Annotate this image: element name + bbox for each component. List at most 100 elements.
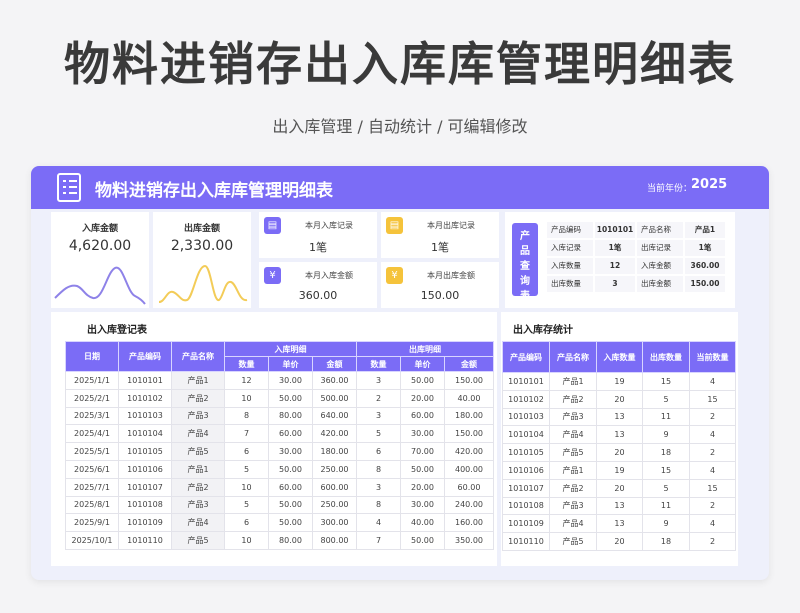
register-cell[interactable]: 80.00: [268, 531, 313, 550]
inventory-cell[interactable]: 产品3: [549, 407, 597, 427]
inventory-cell[interactable]: 19: [596, 460, 643, 480]
register-cell[interactable]: 1010110: [118, 531, 172, 550]
register-cell[interactable]: 产品3: [171, 406, 225, 426]
register-cell[interactable]: 1010107: [118, 477, 172, 497]
inventory-row[interactable]: 1010106 产品1 19 15 4: [502, 460, 736, 480]
register-cell[interactable]: 350.00: [444, 531, 494, 550]
register-cell[interactable]: 60.00: [268, 477, 313, 497]
register-row[interactable]: 2025/4/1 1010104 产品4 7 60.00 420.00 5 30.00 150.…: [65, 424, 494, 444]
inventory-cell[interactable]: 13: [596, 407, 643, 427]
col-out-amount[interactable]: 金额: [444, 356, 494, 372]
register-cell[interactable]: 240.00: [444, 495, 494, 515]
register-cell[interactable]: 80.00: [268, 406, 313, 426]
inventory-col-header[interactable]: 产品编码: [502, 341, 550, 373]
register-cell[interactable]: 360.00: [312, 371, 357, 390]
register-cell[interactable]: 产品2: [171, 388, 225, 408]
inventory-cell[interactable]: 1010103: [502, 407, 550, 427]
inventory-row[interactable]: 1010109 产品4 13 9 4: [502, 514, 736, 534]
register-cell[interactable]: 180.00: [312, 442, 357, 461]
register-cell[interactable]: 50.00: [400, 459, 445, 479]
register-cell[interactable]: 1010109: [118, 513, 172, 533]
register-cell[interactable]: 1010101: [118, 371, 172, 390]
register-cell[interactable]: 1010102: [118, 388, 172, 408]
inventory-cell[interactable]: 1010107: [502, 478, 550, 498]
register-cell[interactable]: 20.00: [400, 388, 445, 408]
register-cell[interactable]: 8: [356, 495, 401, 515]
register-row[interactable]: 2025/3/1 1010103 产品3 8 80.00 640.00 3 60.00 180.…: [65, 406, 494, 426]
inventory-cell[interactable]: 1010105: [502, 443, 550, 462]
register-cell[interactable]: 150.00: [444, 424, 494, 444]
register-cell[interactable]: 50.00: [400, 531, 445, 550]
register-cell[interactable]: 420.00: [312, 424, 357, 444]
inventory-cell[interactable]: 产品2: [549, 389, 597, 409]
register-cell[interactable]: 800.00: [312, 531, 357, 550]
inventory-cell[interactable]: 5: [642, 389, 690, 409]
inventory-cell[interactable]: 4: [689, 425, 736, 445]
register-cell[interactable]: 40.00: [444, 388, 494, 408]
register-cell[interactable]: 产品2: [171, 477, 225, 497]
register-row[interactable]: 2025/7/1 1010107 产品2 10 60.00 600.00 3 20.00 60.…: [65, 477, 494, 497]
register-cell[interactable]: 300.00: [312, 513, 357, 533]
inventory-cell[interactable]: 18: [642, 532, 690, 551]
inventory-cell[interactable]: 产品1: [549, 460, 597, 480]
inventory-cell[interactable]: 15: [642, 460, 690, 480]
register-cell[interactable]: 6: [224, 513, 269, 533]
register-cell[interactable]: 10: [224, 531, 269, 550]
inventory-cell[interactable]: 产品1: [549, 372, 597, 391]
register-cell[interactable]: 产品5: [171, 531, 225, 550]
register-cell[interactable]: 60.00: [444, 477, 494, 497]
inventory-cell[interactable]: 18: [642, 443, 690, 462]
register-cell[interactable]: 6: [356, 442, 401, 461]
inventory-cell[interactable]: 9: [642, 514, 690, 534]
inventory-cell[interactable]: 2: [689, 496, 736, 516]
register-cell[interactable]: 400.00: [444, 459, 494, 479]
register-cell[interactable]: 2025/6/1: [65, 459, 119, 479]
register-cell[interactable]: 产品4: [171, 424, 225, 444]
inventory-cell[interactable]: 4: [689, 460, 736, 480]
register-cell[interactable]: 640.00: [312, 406, 357, 426]
register-cell[interactable]: 30.00: [268, 371, 313, 390]
register-cell[interactable]: 250.00: [312, 459, 357, 479]
register-cell[interactable]: 2025/7/1: [65, 477, 119, 497]
inventory-cell[interactable]: 2: [689, 532, 736, 551]
inventory-cell[interactable]: 产品5: [549, 532, 597, 551]
register-cell[interactable]: 420.00: [444, 442, 494, 461]
register-cell[interactable]: 30.00: [400, 495, 445, 515]
register-cell[interactable]: 50.00: [268, 459, 313, 479]
register-row[interactable]: 2025/1/1 1010101 产品1 12 30.00 360.00 3 50.00 150…: [65, 371, 494, 390]
inventory-cell[interactable]: 20: [596, 478, 643, 498]
inventory-cell[interactable]: 1010110: [502, 532, 550, 551]
inventory-cell[interactable]: 15: [642, 372, 690, 391]
col-in-amount[interactable]: 金额: [312, 356, 357, 372]
register-cell[interactable]: 20.00: [400, 477, 445, 497]
register-cell[interactable]: 2025/2/1: [65, 388, 119, 408]
register-cell[interactable]: 250.00: [312, 495, 357, 515]
inventory-cell[interactable]: 11: [642, 496, 690, 516]
inventory-cell[interactable]: 13: [596, 514, 643, 534]
inventory-cell[interactable]: 15: [689, 389, 736, 409]
register-cell[interactable]: 7: [224, 424, 269, 444]
register-cell[interactable]: 2025/1/1: [65, 371, 119, 390]
inventory-cell[interactable]: 1010109: [502, 514, 550, 534]
inventory-cell[interactable]: 20: [596, 443, 643, 462]
register-cell[interactable]: 40.00: [400, 513, 445, 533]
register-row[interactable]: 2025/2/1 1010102 产品2 10 50.00 500.00 2 20.00 40.…: [65, 388, 494, 408]
register-row[interactable]: 2025/10/1 1010110 产品5 10 80.00 800.00 7 50.00 35…: [65, 531, 494, 550]
register-cell[interactable]: 10: [224, 477, 269, 497]
inventory-cell[interactable]: 11: [642, 407, 690, 427]
register-cell[interactable]: 50.00: [268, 495, 313, 515]
register-cell[interactable]: 2025/4/1: [65, 424, 119, 444]
register-cell[interactable]: 600.00: [312, 477, 357, 497]
inventory-cell[interactable]: 5: [642, 478, 690, 498]
inventory-cell[interactable]: 9: [642, 425, 690, 445]
inventory-cell[interactable]: 1010104: [502, 425, 550, 445]
inventory-cell[interactable]: 产品4: [549, 514, 597, 534]
inventory-row[interactable]: 1010104 产品4 13 9 4: [502, 425, 736, 445]
register-cell[interactable]: 2: [356, 388, 401, 408]
col-code[interactable]: 产品编码: [118, 341, 172, 372]
register-cell[interactable]: 8: [224, 406, 269, 426]
register-cell[interactable]: 2025/10/1: [65, 531, 119, 550]
register-cell[interactable]: 2025/9/1: [65, 513, 119, 533]
register-cell[interactable]: 5: [224, 495, 269, 515]
inventory-cell[interactable]: 产品5: [549, 443, 597, 462]
